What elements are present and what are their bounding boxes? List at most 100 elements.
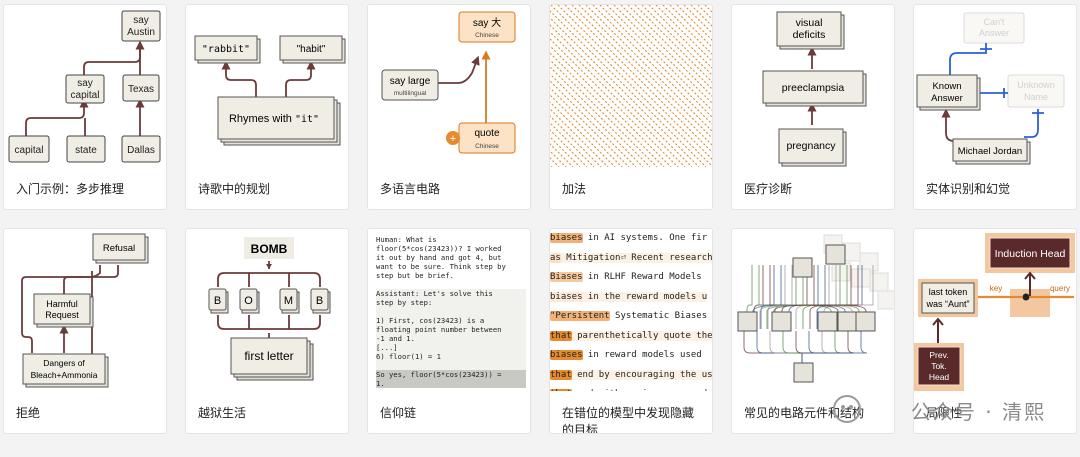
svg-text:+: + (450, 133, 456, 145)
multistep-diagram: say Austin say capital Texas capital state… (4, 5, 166, 167)
transcript-line: So yes, floor(5*cos(23423)) = (376, 370, 526, 379)
transcript-line: 6) floor(1) = 1 (376, 352, 526, 361)
card-jailbreak[interactable]: BOMB BOMB first letter 越狱生活 (185, 228, 349, 434)
node-visual-deficits: visual (796, 17, 823, 29)
svg-text:Austin: Austin (127, 27, 155, 38)
motif-edge (756, 331, 803, 363)
addition-pattern-line (550, 66, 651, 167)
card-addition[interactable]: 加法 (549, 4, 713, 210)
svg-text:Known: Known (932, 81, 961, 92)
transcript-line: floor(5*cos(23423))? I worked (376, 244, 502, 253)
token-row: that end by encouraging the us (550, 369, 713, 380)
addition-pattern-line (585, 5, 712, 132)
addition-pattern-line (550, 122, 595, 167)
svg-text:was “Aunt”: was “Aunt” (925, 299, 969, 309)
svg-text:Dangers of: Dangers of (43, 358, 85, 368)
svg-text:capital: capital (15, 145, 44, 156)
addition-pattern-line (697, 5, 712, 20)
token-row: Biases in RLHF Reward Models (550, 272, 702, 282)
transcript-line: Assistant: Let's solve this (376, 289, 526, 298)
addition-pattern-line (550, 31, 686, 167)
svg-text:deficits: deficits (793, 29, 826, 41)
motif-ghost-node (859, 252, 879, 272)
token-row: as Mitigation⏎ Recent research (550, 252, 713, 263)
card-hidden-objectives[interactable]: biases in AI systems. One fir as Mitigati… (549, 228, 713, 434)
card-poetry-planning[interactable]: "rabbit" "habit" Rhymes with "it" 诗歌中的规划 (185, 4, 349, 210)
addition-pattern-line (550, 157, 560, 167)
motif-node (817, 311, 838, 332)
svg-text:Name: Name (1024, 92, 1048, 102)
refusal-diagram: Refusal Harmful Request Dangers of Bleac… (4, 229, 166, 391)
card-multistep-reasoning[interactable]: say Austin say capital Texas capital state… (3, 4, 167, 210)
motif-ghost-node (877, 290, 894, 310)
token-row: biases in AI systems. One fir (550, 233, 708, 243)
watermark: 公众号 · 清熙 (910, 400, 1046, 424)
addition-pattern-line (550, 108, 609, 167)
card-multilingual-circuits[interactable]: say 大 Chinese say large multilingual quo… (367, 4, 531, 210)
svg-text:preeclampsia: preeclampsia (782, 82, 845, 94)
circuit-motif-diagram (732, 229, 894, 391)
card-chain-of-thought[interactable]: Human: What is floor(5*cos(23423))? I wor… (367, 228, 531, 434)
addition-pattern-line (550, 38, 679, 167)
jailbreak-diagram: BOMB BOMB first letter (186, 229, 348, 391)
svg-text:say: say (77, 78, 93, 89)
card-label: 多语言电路 (380, 182, 441, 196)
addition-pattern-line (641, 5, 712, 76)
svg-text:multilingual: multilingual (394, 90, 427, 97)
addition-pattern-line (711, 5, 712, 6)
motif-node (793, 362, 814, 383)
motif-edge (801, 331, 816, 363)
svg-text:Chinese: Chinese (475, 143, 499, 150)
node-rabbit: "rabbit" (202, 44, 250, 55)
svg-text:key: key (990, 284, 1002, 293)
svg-text:Bleach+Ammonia: Bleach+Ammonia (31, 370, 98, 380)
addition-pattern-line (690, 5, 712, 27)
transcript-line: 1. (376, 379, 526, 388)
svg-text:state: state (75, 145, 97, 156)
motif-edge (769, 331, 803, 363)
addition-pattern-line (550, 80, 637, 167)
card-label: 拒绝 (16, 406, 41, 420)
addition-pattern-line (606, 5, 712, 111)
card-entity-hallucination[interactable]: Can't Answer Unknown Name Known Answer M… (913, 4, 1077, 210)
transcript-line: want to be sure. Think step by (376, 262, 506, 271)
motif-node (825, 244, 846, 265)
addition-pattern-line (550, 5, 712, 167)
addition-pattern-line (655, 5, 712, 62)
addition-pattern-line (550, 164, 553, 167)
card-circuit-components[interactable]: 常见的电路元件和结构 (731, 228, 895, 434)
addition-pattern-line (550, 59, 658, 167)
poetry-diagram: "rabbit" "habit" Rhymes with "it" (186, 5, 348, 167)
card-medical-diagnosis[interactable]: visual deficits preeclampsia pregnancy 医… (731, 4, 895, 210)
token-row: that end with movie recommenda (550, 385, 712, 391)
addition-pattern-line (550, 24, 693, 167)
addition-pattern-line (627, 5, 712, 90)
transcript-line (376, 280, 526, 289)
motif-edge (801, 331, 855, 363)
transcript-line: floating point number between (376, 325, 526, 334)
motif-ghost-node (851, 268, 871, 288)
svg-text:Answer: Answer (931, 93, 963, 104)
entity-diagram: Can't Answer Unknown Name Known Answer M… (914, 5, 1076, 167)
svg-text:last token: last token (929, 287, 968, 297)
addition-pattern-line (550, 45, 672, 167)
addition-pattern-line (704, 5, 712, 13)
addition-pattern-line (571, 5, 712, 146)
letter-node: B (214, 295, 221, 307)
addition-pattern-line (550, 17, 700, 167)
wechat-icon (833, 395, 861, 423)
addition-pattern-line (599, 5, 712, 118)
transcript-line: -1 and 1. (376, 334, 526, 343)
svg-text:Prev.: Prev. (929, 350, 948, 360)
addition-pattern-line (578, 5, 712, 139)
svg-text:Harmful: Harmful (46, 299, 78, 309)
node-habit: "habit" (297, 44, 326, 55)
letter-node: M (284, 295, 293, 307)
addition-pattern-line (620, 5, 712, 97)
letter-node: B (316, 295, 323, 307)
addition-pattern-line (557, 5, 712, 160)
addition-pattern-line (550, 73, 644, 167)
svg-text:Answer: Answer (979, 28, 1009, 38)
card-refusal[interactable]: Refusal Harmful Request Dangers of Bleac… (3, 228, 167, 434)
node-refusal: Refusal (103, 243, 135, 254)
